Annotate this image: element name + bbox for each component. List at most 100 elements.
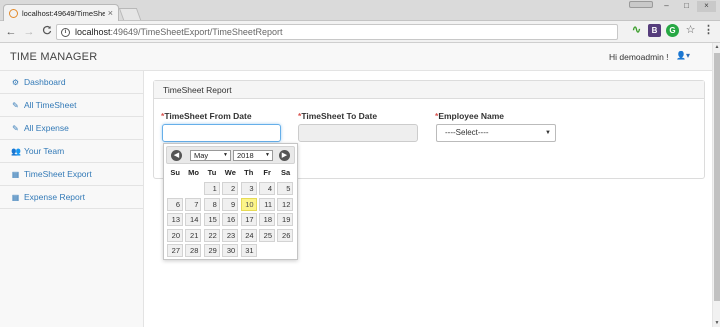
maximize-button[interactable]: □ bbox=[677, 1, 696, 12]
datepicker-day[interactable]: 29 bbox=[203, 244, 220, 257]
employee-label-text: Employee Name bbox=[438, 111, 504, 121]
scroll-down-icon[interactable]: ▼ bbox=[713, 319, 720, 327]
datepicker-day[interactable]: 5 bbox=[277, 182, 294, 195]
table-icon: ▦ bbox=[11, 169, 20, 179]
reload-button[interactable] bbox=[40, 25, 54, 39]
sidebar-item-label: TimeSheet Export bbox=[24, 169, 92, 179]
datepicker-day[interactable]: 26 bbox=[277, 228, 294, 242]
dashboard-icon: ⚙ bbox=[11, 77, 20, 87]
sidebar-item-dashboard[interactable]: ⚙ Dashboard bbox=[0, 71, 143, 94]
forward-button[interactable]: → bbox=[22, 25, 36, 39]
chevron-down-icon: ▼ bbox=[545, 130, 551, 136]
new-tab-button[interactable] bbox=[118, 8, 142, 20]
datepicker-day[interactable]: 24 bbox=[240, 228, 257, 242]
star-icon[interactable]: ☆ bbox=[684, 24, 697, 37]
sidebar-item-your-team[interactable]: 👥 Your Team bbox=[0, 140, 143, 163]
employee-select[interactable]: ----Select---- ▼ bbox=[436, 124, 556, 142]
year-select-value: 2018 bbox=[237, 151, 254, 160]
sidebar-item-all-expense[interactable]: ✎ All Expense bbox=[0, 117, 143, 140]
from-date-label-text: TimeSheet From Date bbox=[164, 111, 252, 121]
datepicker-day[interactable]: 22 bbox=[203, 228, 220, 242]
weekday-label: Th bbox=[244, 168, 254, 177]
datepicker-day[interactable]: 2 bbox=[222, 182, 239, 195]
datepicker-day[interactable]: 14 bbox=[185, 213, 202, 226]
datepicker-day[interactable]: 27 bbox=[167, 244, 183, 257]
from-date-input[interactable] bbox=[162, 124, 281, 142]
address-bar[interactable]: i localhost:49649/TimeSheetExport/TimeSh… bbox=[56, 24, 618, 40]
datepicker-day[interactable]: 7 bbox=[185, 197, 202, 211]
close-window-button[interactable]: × bbox=[697, 1, 716, 12]
tab-title: localhost:49649/TimeSheet bbox=[22, 8, 105, 18]
month-select-value: May bbox=[194, 151, 209, 160]
extension-icons: ∿ B G ☆ ⋮ bbox=[630, 24, 715, 37]
datepicker-day[interactable]: 9 bbox=[222, 197, 239, 211]
sidebar: ⚙ Dashboard ✎ All TimeSheet ✎ All Expens… bbox=[0, 71, 144, 327]
url-host: localhost bbox=[75, 27, 111, 37]
datepicker-day-today[interactable]: 10 bbox=[240, 197, 257, 211]
datepicker-day[interactable]: 12 bbox=[277, 197, 294, 211]
datepicker-day[interactable]: 8 bbox=[203, 197, 220, 211]
tab-close-icon[interactable]: × bbox=[108, 8, 113, 18]
profile-icon[interactable] bbox=[629, 1, 653, 8]
user-menu-icon[interactable]: 👤▾ bbox=[676, 51, 690, 60]
datepicker-day[interactable]: 31 bbox=[240, 244, 257, 257]
tab-favicon-icon bbox=[9, 8, 18, 18]
datepicker-day[interactable]: 4 bbox=[259, 182, 275, 195]
weekday-label: Sa bbox=[280, 168, 291, 177]
back-button[interactable]: ← bbox=[4, 25, 18, 39]
scroll-up-icon[interactable]: ▲ bbox=[713, 43, 720, 51]
to-date-input[interactable] bbox=[298, 124, 418, 142]
users-icon: 👥 bbox=[11, 146, 21, 156]
sidebar-item-all-timesheet[interactable]: ✎ All TimeSheet bbox=[0, 94, 143, 117]
datepicker-day[interactable]: 11 bbox=[259, 197, 275, 211]
weekday-label: Fr bbox=[263, 168, 271, 177]
brand-title[interactable]: TIME MANAGER bbox=[10, 51, 97, 63]
datepicker-day[interactable]: 21 bbox=[185, 228, 202, 242]
sidebar-item-label: Dashboard bbox=[24, 77, 66, 87]
scroll-thumb[interactable] bbox=[714, 53, 720, 301]
month-select[interactable]: May ▼ bbox=[190, 150, 231, 161]
datepicker-day[interactable]: 28 bbox=[185, 244, 202, 257]
datepicker-day[interactable]: 1 bbox=[203, 182, 220, 195]
panel-title: TimeSheet Report bbox=[154, 81, 704, 99]
datepicker-day[interactable]: 6 bbox=[167, 197, 183, 211]
year-select[interactable]: 2018 ▼ bbox=[233, 150, 273, 161]
datepicker-day[interactable]: 30 bbox=[222, 244, 239, 257]
to-date-label-text: TimeSheet To Date bbox=[301, 111, 378, 121]
datepicker-day[interactable]: 19 bbox=[277, 213, 294, 226]
from-date-label: *TimeSheet From Date bbox=[161, 111, 252, 121]
menu-icon[interactable]: ⋮ bbox=[702, 24, 715, 37]
reload-icon bbox=[42, 25, 52, 34]
bootstrap-icon[interactable]: B bbox=[648, 24, 661, 37]
edit-icon: ✎ bbox=[12, 123, 19, 133]
employee-label: *Employee Name bbox=[435, 111, 504, 121]
wave-icon[interactable]: ∿ bbox=[630, 24, 643, 37]
sidebar-item-label: All TimeSheet bbox=[24, 100, 77, 110]
datepicker-day[interactable]: 15 bbox=[203, 213, 220, 226]
browser-toolbar: ← → i localhost:49649/TimeSheetExport/Ti… bbox=[0, 21, 720, 43]
prev-month-icon[interactable]: ◀ bbox=[171, 150, 182, 161]
site-info-icon[interactable]: i bbox=[61, 27, 70, 37]
next-month-icon[interactable]: ▶ bbox=[279, 150, 290, 161]
datepicker-day[interactable]: 25 bbox=[259, 228, 275, 242]
browser-tab[interactable]: localhost:49649/TimeSheet × bbox=[3, 4, 119, 21]
page-scrollbar[interactable]: ▲ ▼ bbox=[712, 43, 720, 327]
sidebar-item-label: All Expense bbox=[24, 123, 69, 133]
sidebar-item-label: Expense Report bbox=[24, 192, 85, 202]
datepicker-day[interactable]: 20 bbox=[167, 228, 183, 242]
datepicker-day[interactable]: 16 bbox=[222, 213, 239, 226]
edit-icon: ✎ bbox=[12, 100, 19, 110]
chevron-down-icon: ▼ bbox=[223, 152, 228, 158]
chevron-down-icon: ▼ bbox=[265, 152, 270, 158]
datepicker-day[interactable]: 18 bbox=[259, 213, 275, 226]
sidebar-item-expense-report[interactable]: ▦ Expense Report bbox=[0, 186, 143, 209]
user-greeting: Hi demoadmin ! bbox=[609, 52, 669, 62]
datepicker-day[interactable]: 23 bbox=[222, 228, 239, 242]
datepicker-day[interactable]: 17 bbox=[240, 213, 257, 226]
datepicker-day[interactable]: 13 bbox=[167, 213, 183, 226]
table-icon: ▦ bbox=[11, 192, 20, 202]
datepicker-day[interactable]: 3 bbox=[240, 182, 257, 195]
sidebar-item-timesheet-export[interactable]: ▦ TimeSheet Export bbox=[0, 163, 143, 186]
grammarly-icon[interactable]: G bbox=[666, 24, 679, 37]
minimize-button[interactable]: – bbox=[657, 1, 676, 12]
